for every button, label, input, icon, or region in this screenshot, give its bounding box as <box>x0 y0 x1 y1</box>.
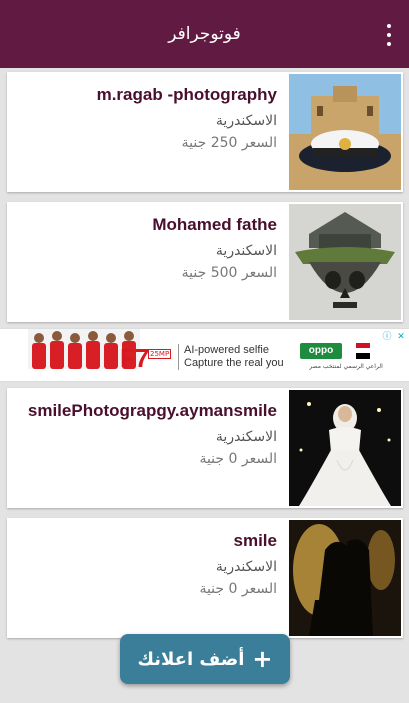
ad-close-icon[interactable]: ✕ <box>395 331 407 343</box>
app-title: فوتوجرافر <box>168 24 241 44</box>
listing-info: Mohamed fathe الاسكندرية السعر 500 جنية <box>17 214 277 282</box>
listing-card[interactable]: m.ragab -photography الاسكندرية السعر 25… <box>7 72 403 192</box>
listing-thumbnail <box>289 204 401 320</box>
listing-price: السعر 250 جنية <box>181 135 277 151</box>
ad-choices[interactable]: ⓘ ✕ <box>381 331 407 343</box>
listing-name[interactable]: Mohamed fathe <box>17 214 277 236</box>
listing-price: السعر 500 جنية <box>181 265 277 281</box>
listing-name[interactable]: smile <box>17 530 277 552</box>
listing-thumbnail <box>289 390 401 506</box>
ad-tagline-line1: AI-powered selfie <box>184 344 269 356</box>
add-ad-label: أضف اعلانك <box>137 648 245 670</box>
add-ad-button[interactable]: أضف اعلانك + <box>120 634 290 684</box>
listing-name[interactable]: smilePhotograpgy.aymansmile <box>17 400 277 422</box>
egypt-team-badge-icon <box>356 343 370 359</box>
listing-city: الاسكندرية <box>215 113 277 129</box>
listing-city: الاسكندرية <box>215 559 277 575</box>
listing-name[interactable]: m.ragab -photography <box>17 84 277 106</box>
listing-price: السعر 0 جنية <box>199 451 277 467</box>
ad-brand-logo: oppo <box>300 343 342 359</box>
listing-city: الاسكندرية <box>215 429 277 445</box>
listing-thumbnail <box>289 74 401 190</box>
listing-card[interactable]: smile الاسكندرية السعر 0 جنية <box>7 518 403 638</box>
listing-card[interactable]: smilePhotograpgy.aymansmile الاسكندرية ا… <box>7 388 403 508</box>
app-bar: فوتوجرافر <box>0 0 409 68</box>
plus-icon: + <box>252 645 273 673</box>
ad-info-icon[interactable]: ⓘ <box>381 331 393 343</box>
listing-city: الاسكندرية <box>215 243 277 259</box>
more-vert-icon[interactable] <box>385 24 393 46</box>
listing-info: smile الاسكندرية السعر 0 جنية <box>17 530 277 598</box>
listing-info: m.ragab -photography الاسكندرية السعر 25… <box>17 84 277 152</box>
listing-info: smilePhotograpgy.aymansmile الاسكندرية ا… <box>17 400 277 468</box>
ad-model: F7 <box>120 343 149 373</box>
ad-tagline: AI-powered selfie Capture the real you <box>178 344 284 370</box>
ad-camera-badge: 25MP <box>148 349 172 359</box>
ad-sponsor-text: الراعي الرسمي لمنتخب مصر <box>309 363 383 370</box>
listing-price: السعر 0 جنية <box>199 581 277 597</box>
ad-tagline-line2: Capture the real you <box>184 357 284 369</box>
listing-card[interactable]: Mohamed fathe الاسكندرية السعر 500 جنية <box>7 202 403 322</box>
listing-thumbnail <box>289 520 401 636</box>
ad-banner[interactable]: F7 25MP AI-powered selfie Capture the re… <box>0 328 409 382</box>
